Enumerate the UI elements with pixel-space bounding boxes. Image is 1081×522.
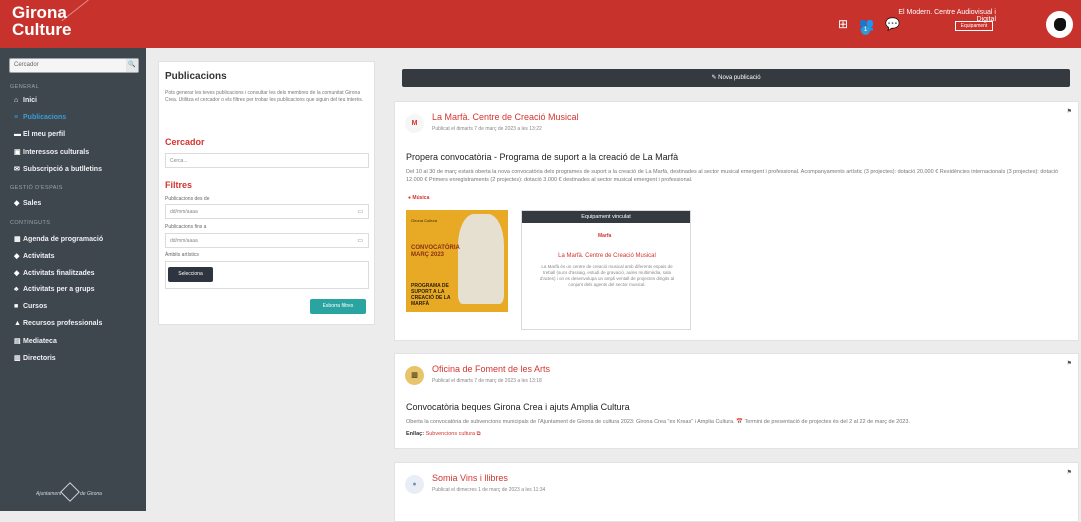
post-org-name[interactable]: Somia Vins i llibres [432,473,508,483]
flag-icon[interactable]: ⚑ [1067,108,1072,115]
post-title: Convocatòria beques Girona Crea i ajuts … [406,402,630,412]
section-gestio-espais: GESTIÓ D'ESPAIS [10,185,63,191]
equipment-logo: Marfa [598,233,612,239]
clear-filters-button[interactable]: Esborra filtres [310,299,366,314]
flag-icon[interactable]: ⚑ [1067,360,1072,367]
search-icon[interactable]: 🔍 [126,59,138,72]
group-icon: ♣ [14,286,19,293]
directory-icon: ▥ [14,355,21,362]
mail-icon: ✉ [14,166,20,173]
sidebar-item-el-meu-perfil[interactable]: ▬ El meu perfil [14,131,65,138]
post-tag: ● Música [408,195,430,201]
post-body: Del 10 al 30 de març estarà oberta la no… [406,169,1059,183]
search-heading: Cercador [165,137,205,147]
tag-icon: ◆ [14,200,20,207]
login-icon[interactable]: ⊞ [838,17,848,31]
post-date: Publicat el dimarts 7 de març de 2023 a … [432,126,542,132]
sidebar-search-input[interactable]: Cercador 🔍 [9,58,139,73]
calendar-icon[interactable]: ▭ [357,205,363,219]
select-areas-button[interactable]: Selecciona [168,267,213,282]
girona-cultura-logo[interactable]: Girona Culture [12,4,72,38]
sidebar-item-activitats-finalitzades[interactable]: ◆ Activitats finalitzades [14,269,95,277]
panel-description: Pots generar les teves publicacions i co… [165,90,364,103]
footer-logo-text-right: de Girona [80,491,102,497]
post-date: Publicat el dimarts 7 de març de 2023 a … [432,378,542,384]
search-input[interactable]: Cerca... [165,153,369,168]
sidebar-item-activitats-grups[interactable]: ♣ Activitats per a grups [14,286,95,293]
notifications-badge: 1 [861,26,870,35]
sidebar-item-directoris[interactable]: ▥ Directoris [14,354,56,362]
media-icon: ▤ [14,338,21,345]
sidebar-item-agenda-programacio[interactable]: ▦ Agenda de programació [14,235,103,243]
panel-title: Publicacions [165,71,227,82]
warning-icon: ▲ [14,320,21,327]
equipment-description: La Marfà és un centre de creació musical… [539,264,675,287]
sidebar: Cercador 🔍 GENERAL ⌂ Inici ≡ Publicacions … [0,48,146,511]
equipment-header: Equipament vinculat [522,211,690,223]
sidebar-item-subscripcio-butlletins[interactable]: ✉ Subscripció a butlletins [14,165,102,173]
sidebar-item-mediateca[interactable]: ▤ Mediateca [14,337,57,345]
sidebar-item-publicacions[interactable]: ≡ Publicacions [14,114,66,121]
external-link-icon[interactable]: ⧉ [477,431,481,437]
sidebar-item-inici[interactable]: ⌂ Inici [14,97,37,104]
poster-subtitle: PROGRAMA DE SUPORT A LA CREACIÓ DE LA MA… [411,283,451,307]
post-link: Enllaç: Subvencions cultura ⧉ [406,431,481,437]
post-org-name[interactable]: La Marfà. Centre de Creació Musical [432,112,579,122]
list-icon: ≡ [14,114,19,121]
poster-small-logo: Girona Cultura [411,218,438,223]
profile-icon: ▬ [14,131,21,138]
equipment-name[interactable]: La Marfà. Centre de Creació Musical [522,253,692,259]
user-avatar[interactable] [1046,11,1073,38]
post-org-name[interactable]: Oficina de Foment de les Arts [432,364,550,374]
poster-figure [458,214,504,304]
calendar-icon[interactable]: ▭ [357,234,363,248]
interests-icon: ▣ [14,149,21,156]
date-from-label: Publicacions des de [165,196,210,202]
post-card: ⚑ M La Marfà. Centre de Creació Musical … [394,101,1079,341]
new-post-button[interactable]: ✎ Nova publicació [402,69,1070,87]
footer-logo-text-left: Ajuntament [36,491,62,497]
post-card: ⚑ ● Somia Vins i llibres Publicat el dim… [394,462,1079,522]
org-avatar[interactable]: ● [405,475,424,494]
flag-icon[interactable]: ⚑ [1067,469,1072,476]
course-icon: ■ [14,303,19,310]
sidebar-item-interessos-culturals[interactable]: ▣ Interessos culturals [14,148,89,156]
poster-title: CONVOCATÒRIA MARÇ 2023 [411,245,460,258]
tag-icon: ◆ [14,253,20,260]
sidebar-item-sales[interactable]: ◆ Sales [14,199,41,207]
user-role-badge: Equipament [955,21,993,31]
area-label: Àmbits artístics [165,252,199,258]
sidebar-item-recursos-professionals[interactable]: ▲ Recursos professionals [14,320,102,327]
date-from-input[interactable]: dd/mm/aaaa ▭ [165,204,369,219]
section-general: GENERAL [10,84,40,90]
filters-heading: Filtres [165,180,193,190]
home-icon: ⌂ [14,97,19,104]
linked-equipment-card[interactable]: Equipament vinculat Marfa La Marfà. Cent… [521,210,691,330]
ajuntament-seal-icon [60,482,80,502]
post-body: Oberta la convocatòria de subvencions mu… [406,419,910,425]
org-avatar[interactable]: M [405,114,424,133]
tag-icon: ◆ [14,270,20,277]
filters-panel: Publicacions Pots generar les teves publ… [158,61,375,325]
org-avatar[interactable]: ▥ [405,366,424,385]
sidebar-item-cursos[interactable]: ■ Cursos [14,303,47,310]
calendar-icon: ▦ [14,236,21,243]
post-link-anchor[interactable]: Subvencions cultura [426,431,476,437]
post-title: Propera convocatòria - Programa de supor… [406,152,679,162]
post-poster-image[interactable]: Girona Cultura CONVOCATÒRIA MARÇ 2023 PR… [406,210,508,312]
date-to-label: Publicacions fins a [165,224,207,230]
post-date: Publicat el dimecres 1 de març de 2023 a… [432,487,546,493]
date-to-input[interactable]: dd/mm/aaaa ▭ [165,233,369,248]
sidebar-item-activitats[interactable]: ◆ Activitats [14,252,55,260]
post-card: ⚑ ▥ Oficina de Foment de les Arts Public… [394,353,1079,449]
section-continguts: CONTINGUTS [10,220,51,226]
top-bar: Girona Culture ⊞ 👥 💬 1 El Modern. Centre… [0,0,1081,48]
